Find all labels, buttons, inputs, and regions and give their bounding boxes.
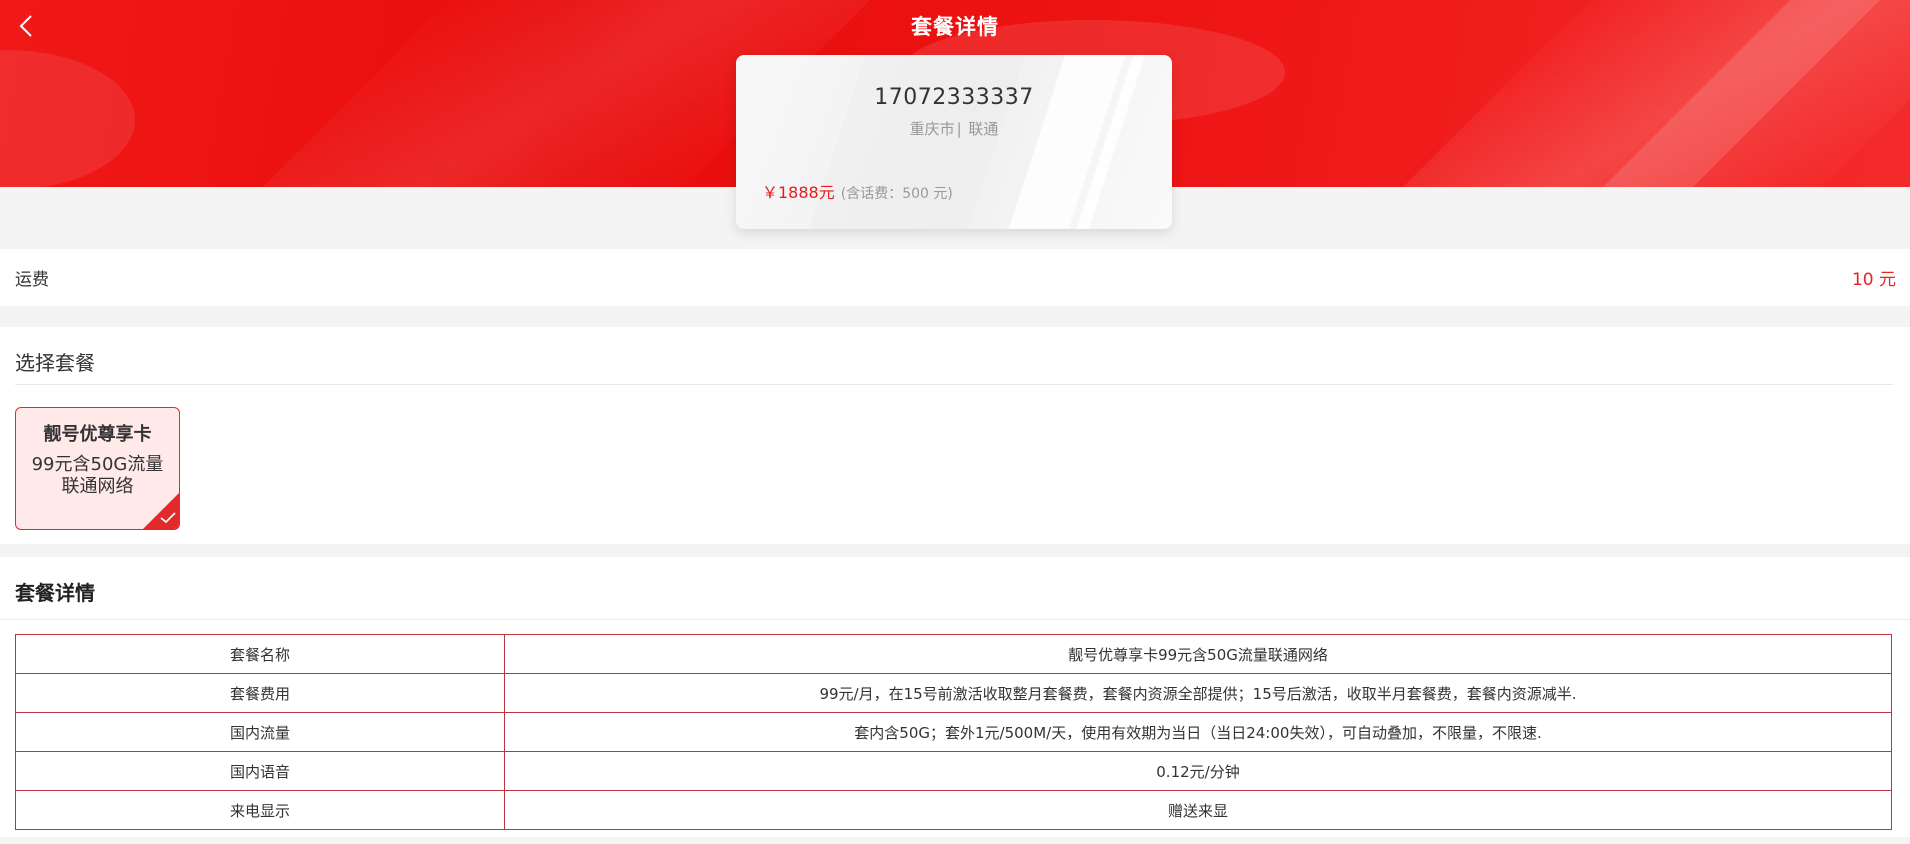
price-line: ￥1888元 (含话费：500 元)	[762, 179, 953, 203]
row-key: 国内语音	[15, 751, 505, 791]
row-value: 赠送来显	[504, 790, 1892, 830]
phone-number: 17072333337	[874, 85, 1034, 110]
package-details-section: 套餐详情 套餐名称 靓号优尊享卡99元含50G流量联通网络 套餐费用 99元/月…	[0, 557, 1910, 837]
package-desc: 99元含50G流量 联通网络	[16, 454, 179, 498]
table-row: 国内语音 0.12元/分钟	[15, 751, 1892, 791]
row-key: 套餐费用	[15, 673, 505, 713]
row-value: 0.12元/分钟	[504, 751, 1892, 791]
bottom-strip	[0, 837, 1910, 844]
table-row: 套餐名称 靓号优尊享卡99元含50G流量联通网络	[15, 634, 1892, 674]
package-name: 靓号优尊享卡	[43, 424, 152, 445]
price-note: (含话费：500 元)	[840, 186, 953, 202]
package-select-section: 选择套餐 靓号优尊享卡 99元含50G流量 联通网络	[0, 327, 1910, 544]
row-value: 99元/月，在15号前激活收取整月套餐费，套餐内资源全部提供；15号后激活，收取…	[504, 673, 1892, 713]
row-value: 靓号优尊享卡99元含50G流量联通网络	[504, 634, 1892, 674]
package-desc-line: 99元含50G流量	[31, 454, 164, 475]
banner-decoration	[0, 50, 135, 187]
shipping-value: 10 元	[1851, 270, 1896, 290]
row-key: 国内流量	[15, 712, 505, 752]
page-title: 套餐详情	[911, 15, 999, 39]
number-card: 17072333337 重庆市 | 联通 ￥1888元 (含话费：500 元)	[736, 55, 1172, 229]
table-row: 国内流量 套内含50G；套外1元/500M/天，使用有效期为当日（当日24:00…	[15, 712, 1892, 752]
table-row: 套餐费用 99元/月，在15号前激活收取整月套餐费，套餐内资源全部提供；15号后…	[15, 673, 1892, 713]
table-row: 来电显示 赠送来显	[15, 790, 1892, 830]
row-key: 套餐名称	[15, 634, 505, 674]
page: 套餐详情 17072333337 重庆市 | 联通 ￥1888元 (含话费：500 …	[0, 0, 1910, 844]
price-value: ￥1888元	[762, 183, 835, 202]
row-value: 套内含50G；套外1元/500M/天，使用有效期为当日（当日24:00失效），可…	[504, 712, 1892, 752]
check-icon	[160, 512, 176, 524]
divider	[0, 619, 1910, 620]
row-key: 来电显示	[15, 790, 505, 830]
city-label: 重庆市	[909, 120, 955, 138]
phone-location: 重庆市 | 联通	[736, 118, 1172, 139]
package-option-card[interactable]: 靓号优尊享卡 99元含50G流量 联通网络	[15, 407, 180, 530]
section-title: 选择套餐	[15, 351, 95, 375]
section-title: 套餐详情	[15, 581, 95, 605]
shipping-row: 运费 10 元	[0, 249, 1910, 306]
details-table: 套餐名称 靓号优尊享卡99元含50G流量联通网络 套餐费用 99元/月，在15号…	[15, 634, 1892, 830]
shipping-label: 运费	[15, 270, 49, 290]
separator: |	[956, 120, 962, 138]
carrier-label: 联通	[968, 120, 999, 138]
divider	[15, 384, 1893, 385]
